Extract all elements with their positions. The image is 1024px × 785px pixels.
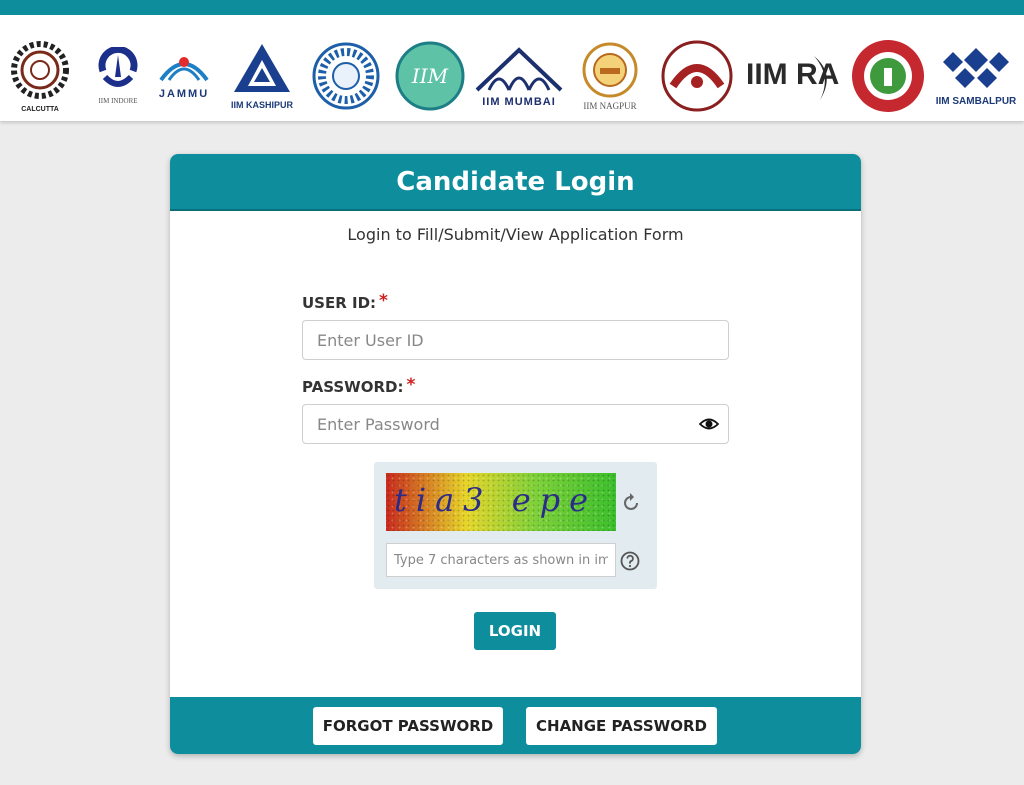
change-password-button[interactable]: CHANGE PASSWORD	[526, 707, 717, 745]
captcha-help-icon[interactable]	[620, 551, 640, 571]
refresh-captcha-icon[interactable]	[620, 492, 642, 514]
iim-indore-logo: IIM INDORE	[88, 37, 148, 115]
iim-nagpur-logo: IIM NAGPUR	[576, 37, 644, 115]
iim-mumbai-logo: IIM MUMBAI	[470, 37, 568, 115]
user-id-label: USER ID: *	[302, 291, 388, 313]
iim-rohtak-logo	[654, 37, 740, 115]
iim-bodh-gaya-logo	[846, 37, 930, 115]
show-password-eye-icon[interactable]	[699, 415, 719, 433]
iim-calcutta-logo: CALCUTTA	[0, 37, 80, 115]
svg-text:IIM: IIM	[411, 64, 449, 88]
iim-kozhikode-logo	[308, 37, 384, 115]
forgot-password-button[interactable]: FORGOT PASSWORD	[313, 707, 503, 745]
captcha-image: tia3 epe	[386, 473, 616, 531]
login-subtitle: Login to Fill/Submit/View Application Fo…	[347, 225, 684, 244]
page-title: Candidate Login	[396, 166, 635, 197]
captcha-text: tia3 epe	[394, 481, 598, 519]
captcha-box: tia3 epe	[374, 462, 657, 589]
card-footer: FORGOT PASSWORD CHANGE PASSWORD	[170, 697, 861, 754]
top-accent-bar	[0, 0, 1024, 15]
iim-ranchi-logo: IIM RANCHI	[742, 37, 842, 115]
iim-jammu-logo: JAMMU	[152, 37, 216, 115]
candidate-login-card: Candidate Login Login to Fill/Submit/Vie…	[170, 154, 861, 754]
user-id-input[interactable]	[302, 320, 729, 360]
institute-logo-strip: CALCUTTA IIM INDORE JAMMU IIM KASHIPUR I…	[0, 15, 1024, 121]
required-asterisk: *	[406, 375, 416, 395]
iim-kashipur-logo: IIM KASHIPUR	[224, 37, 300, 115]
captcha-input[interactable]	[386, 543, 616, 577]
password-label: PASSWORD: *	[302, 375, 416, 397]
login-button[interactable]: LOGIN	[474, 612, 556, 650]
card-header: Candidate Login	[170, 154, 861, 211]
login-form: USER ID: * PASSWORD: *	[302, 291, 729, 444]
iim-lucknow-logo: IIM	[392, 37, 468, 115]
iim-sambalpur-logo: IIM SAMBALPUR	[934, 37, 1018, 115]
required-asterisk: *	[379, 291, 388, 311]
password-input[interactable]	[302, 404, 729, 444]
